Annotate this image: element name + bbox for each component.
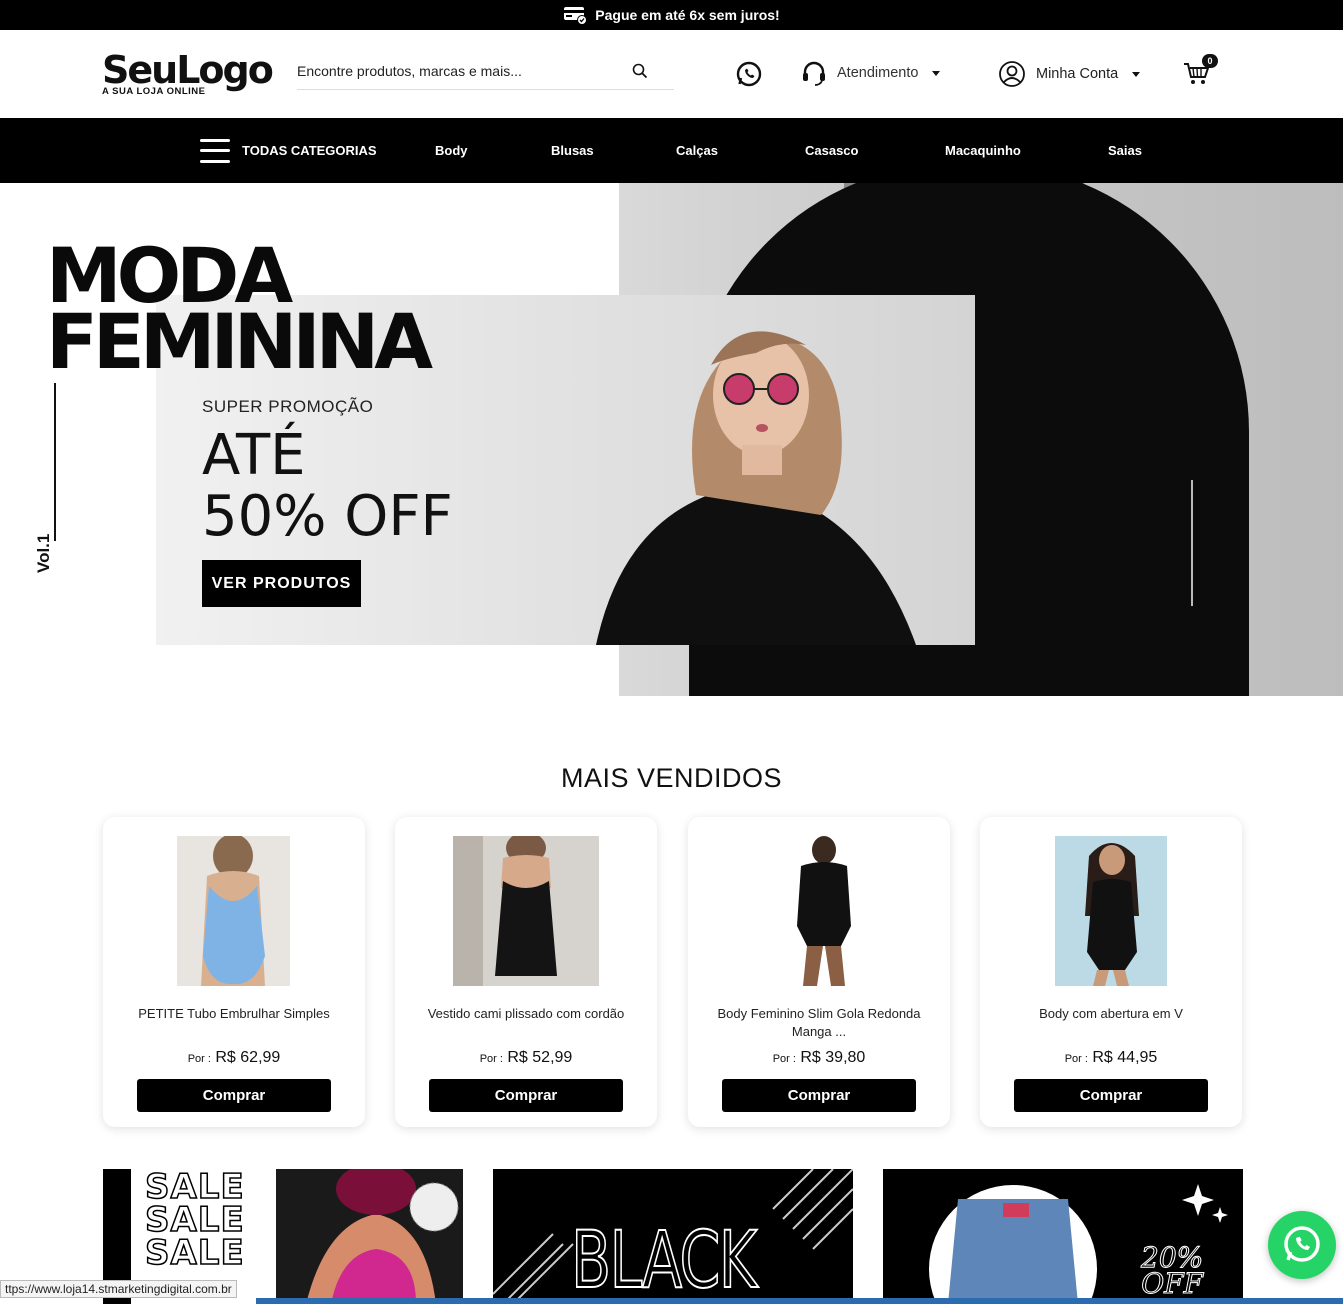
chevron-down-icon bbox=[1132, 71, 1141, 77]
product-price: Por : R$ 39,80 bbox=[688, 1049, 950, 1067]
hero-headline-line1: ATÉ bbox=[202, 423, 306, 488]
all-categories-button[interactable]: TODAS CATEGORIAS bbox=[200, 118, 377, 183]
product-image bbox=[453, 836, 599, 986]
product-price: Por : R$ 52,99 bbox=[395, 1049, 657, 1067]
price-value: R$ 62,99 bbox=[215, 1049, 281, 1066]
support-label: Atendimento bbox=[837, 65, 919, 81]
product-image bbox=[779, 836, 869, 986]
product-name[interactable]: PETITE Tubo Embrulhar Simples bbox=[117, 1005, 351, 1023]
hero-volume-label: Vol.1 bbox=[34, 533, 53, 573]
product-card[interactable]: Body Feminino Slim Gola Redonda Manga ..… bbox=[688, 817, 950, 1127]
page-bottom-bar bbox=[256, 1298, 1343, 1304]
buy-button[interactable]: Comprar bbox=[722, 1079, 916, 1112]
main-header: SeuLogo A SUA LOJA ONLINE Atendimento Mi… bbox=[0, 30, 1343, 118]
product-price: Por : R$ 44,95 bbox=[980, 1049, 1242, 1067]
cart-count-badge: 0 bbox=[1202, 54, 1218, 68]
black-friday-banner[interactable]: BLACK bbox=[493, 1169, 853, 1304]
credit-card-icon bbox=[564, 7, 588, 24]
category-nav: TODAS CATEGORIAS Body Blusas Calças Casa… bbox=[0, 118, 1343, 183]
nav-item-body[interactable]: Body bbox=[435, 118, 468, 183]
hero-title-line2: FEMININA bbox=[46, 297, 433, 386]
account-label: Minha Conta bbox=[1036, 66, 1119, 82]
discount-banner[interactable]: 20% OFF bbox=[883, 1169, 1243, 1304]
hero-banner[interactable]: MODA FEMININA Vol.1 SUPER PROMOÇÃO ATÉ 5… bbox=[0, 183, 1343, 696]
hero-headline-line2: 50% OFF bbox=[202, 484, 453, 549]
hamburger-menu-icon bbox=[200, 138, 230, 163]
nav-item-calcas[interactable]: Calças bbox=[676, 118, 718, 183]
search-bar bbox=[297, 52, 674, 90]
product-card[interactable]: Body com abertura em V Por : R$ 44,95 Co… bbox=[980, 817, 1242, 1127]
cart-button[interactable]: 0 bbox=[1182, 54, 1218, 90]
best-sellers-title: MAIS VENDIDOS bbox=[560, 763, 783, 793]
product-name[interactable]: Body com abertura em V bbox=[994, 1005, 1228, 1023]
product-price: Por : R$ 62,99 bbox=[103, 1049, 365, 1067]
buy-button[interactable]: Comprar bbox=[429, 1079, 623, 1112]
sale-text: SALE SALE SALE bbox=[144, 1169, 245, 1273]
product-card[interactable]: Vestido cami plissado com cordão Por : R… bbox=[395, 817, 657, 1127]
product-name[interactable]: Body Feminino Slim Gola Redonda Manga ..… bbox=[702, 1005, 936, 1041]
hero-title: MODA FEMININA bbox=[46, 238, 433, 386]
price-prefix: Por : bbox=[479, 1053, 503, 1065]
discount-word: OFF bbox=[1141, 1267, 1204, 1300]
black-text: BLACK bbox=[570, 1216, 758, 1304]
support-menu[interactable]: Atendimento bbox=[801, 60, 941, 86]
account-menu[interactable]: Minha Conta bbox=[998, 60, 1141, 88]
hero-promo-label: SUPER PROMOÇÃO bbox=[202, 397, 374, 416]
discount-text: 20% OFF bbox=[1140, 1243, 1204, 1300]
buy-button[interactable]: Comprar bbox=[137, 1079, 331, 1112]
hero-model-photo bbox=[596, 331, 916, 645]
store-logo[interactable]: SeuLogo A SUA LOJA ONLINE bbox=[102, 48, 274, 102]
whatsapp-float-button[interactable] bbox=[1268, 1211, 1336, 1279]
price-prefix: Por : bbox=[1064, 1053, 1088, 1065]
sale-word: SALE bbox=[144, 1233, 245, 1273]
user-icon bbox=[999, 61, 1025, 87]
price-value: R$ 44,95 bbox=[1092, 1049, 1158, 1066]
sale-model-photo bbox=[276, 1169, 463, 1304]
price-prefix: Por : bbox=[187, 1053, 211, 1065]
chevron-down-icon bbox=[932, 70, 941, 76]
nav-item-saias[interactable]: Saias bbox=[1108, 118, 1142, 183]
search-input[interactable] bbox=[297, 62, 617, 79]
whatsapp-icon bbox=[1284, 1226, 1320, 1262]
all-categories-label: TODAS CATEGORIAS bbox=[242, 143, 377, 158]
promo-text: Pague em até 6x sem juros! bbox=[595, 7, 780, 23]
headset-icon bbox=[803, 61, 825, 86]
search-icon[interactable] bbox=[632, 63, 648, 79]
price-value: R$ 39,80 bbox=[800, 1049, 866, 1066]
product-image bbox=[177, 836, 290, 986]
product-image bbox=[1055, 836, 1167, 986]
product-card[interactable]: PETITE Tubo Embrulhar Simples Por : R$ 6… bbox=[103, 817, 365, 1127]
view-products-button[interactable]: VER PRODUTOS bbox=[202, 560, 361, 607]
buy-button[interactable]: Comprar bbox=[1014, 1079, 1208, 1112]
whatsapp-icon[interactable] bbox=[735, 60, 763, 88]
promo-topbar: Pague em até 6x sem juros! bbox=[0, 0, 1343, 30]
nav-item-blusas[interactable]: Blusas bbox=[551, 118, 594, 183]
nav-item-macaquinho[interactable]: Macaquinho bbox=[945, 118, 1021, 183]
link-status-url: ttps://www.loja14.stmarketingdigital.com… bbox=[0, 1280, 237, 1298]
product-name[interactable]: Vestido cami plissado com cordão bbox=[409, 1005, 643, 1023]
price-value: R$ 52,99 bbox=[507, 1049, 573, 1066]
vol-divider bbox=[54, 383, 56, 541]
logo-wordmark: SeuLogo bbox=[102, 48, 274, 92]
price-prefix: Por : bbox=[772, 1053, 796, 1065]
nav-item-casasco[interactable]: Casasco bbox=[805, 118, 858, 183]
